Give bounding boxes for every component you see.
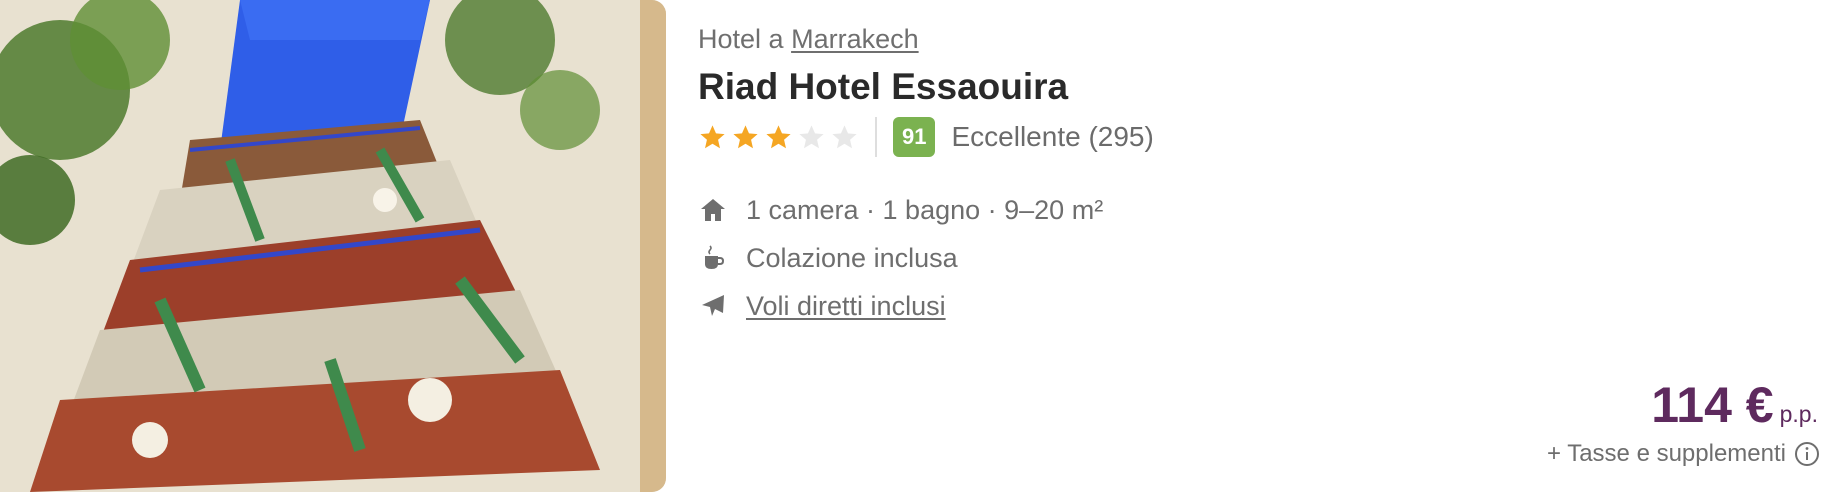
- coffee-cup-icon: [698, 243, 728, 273]
- star-rating: [698, 123, 859, 152]
- info-icon[interactable]: [1794, 441, 1820, 467]
- location-prefix: Hotel a: [698, 24, 784, 54]
- feature-flights: Voli diretti inclusi: [698, 282, 1103, 330]
- price-unit: p.p.: [1779, 401, 1818, 427]
- feature-rooms: 1 camera · 1 bagno · 9–20 m²: [698, 186, 1103, 234]
- feature-rooms-text: 1 camera · 1 bagno · 9–20 m²: [746, 194, 1104, 225]
- star-icon: [832, 124, 857, 148]
- hotel-name[interactable]: Riad Hotel Essaouira: [698, 66, 1068, 108]
- star-icon: [766, 124, 791, 148]
- star-icon: [733, 124, 758, 148]
- location-line: Hotel a Marrakech: [698, 24, 919, 55]
- home-icon: [698, 195, 728, 225]
- review-score-badge: 91: [893, 117, 936, 157]
- rating-divider: [875, 117, 877, 157]
- star-icon: [700, 124, 725, 148]
- hotel-photo[interactable]: [0, 0, 666, 492]
- star-icon: [799, 124, 824, 148]
- plane-icon: [698, 291, 728, 321]
- hotel-info: Hotel a Marrakech Riad Hotel Essaouira 9…: [698, 0, 1838, 492]
- feature-list: 1 camera · 1 bagno · 9–20 m² Colazione i…: [698, 186, 1103, 330]
- price-amount: 114 €: [1651, 377, 1774, 433]
- price-block: 114 € p.p.: [1651, 376, 1818, 434]
- feature-breakfast-text: Colazione inclusa: [746, 242, 958, 273]
- hotel-card[interactable]: Hotel a Marrakech Riad Hotel Essaouira 9…: [0, 0, 1838, 492]
- review-score-label[interactable]: Eccellente (295): [951, 121, 1153, 153]
- city-link[interactable]: Marrakech: [791, 24, 919, 54]
- feature-breakfast: Colazione inclusa: [698, 234, 1103, 282]
- flights-link[interactable]: Voli diretti inclusi: [746, 291, 946, 322]
- taxes-text: + Tasse e supplementi: [1546, 440, 1786, 467]
- rating-row: 91 Eccellente (295): [698, 114, 1154, 160]
- taxes-note: + Tasse e supplementi: [1547, 440, 1820, 468]
